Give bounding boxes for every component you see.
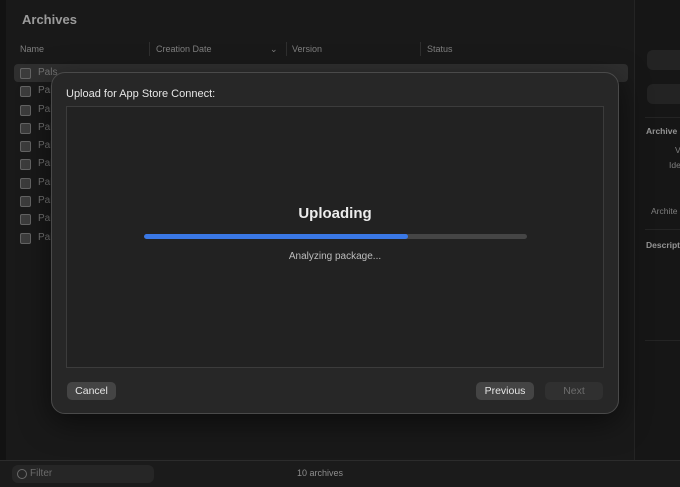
uploading-heading: Uploading <box>298 205 372 222</box>
upload-dialog: Upload for App Store Connect: Uploading … <box>51 72 619 414</box>
filter-field[interactable]: Filter <box>12 465 154 483</box>
previous-button[interactable]: Previous <box>476 382 534 400</box>
filter-placeholder: Filter <box>30 468 53 479</box>
next-button[interactable]: Next <box>545 382 603 400</box>
dialog-title: Upload for App Store Connect: <box>66 88 216 100</box>
footer-bar: Filter 10 archives <box>0 460 680 487</box>
progress-fill <box>144 234 409 239</box>
upload-progress-bar <box>144 234 527 239</box>
cancel-button[interactable]: Cancel <box>67 382 116 400</box>
archive-count: 10 archives <box>297 468 344 478</box>
status-text: Analyzing package... <box>288 251 382 262</box>
filter-icon <box>17 469 27 479</box>
dialog-content: Uploading Analyzing package... <box>66 106 604 368</box>
